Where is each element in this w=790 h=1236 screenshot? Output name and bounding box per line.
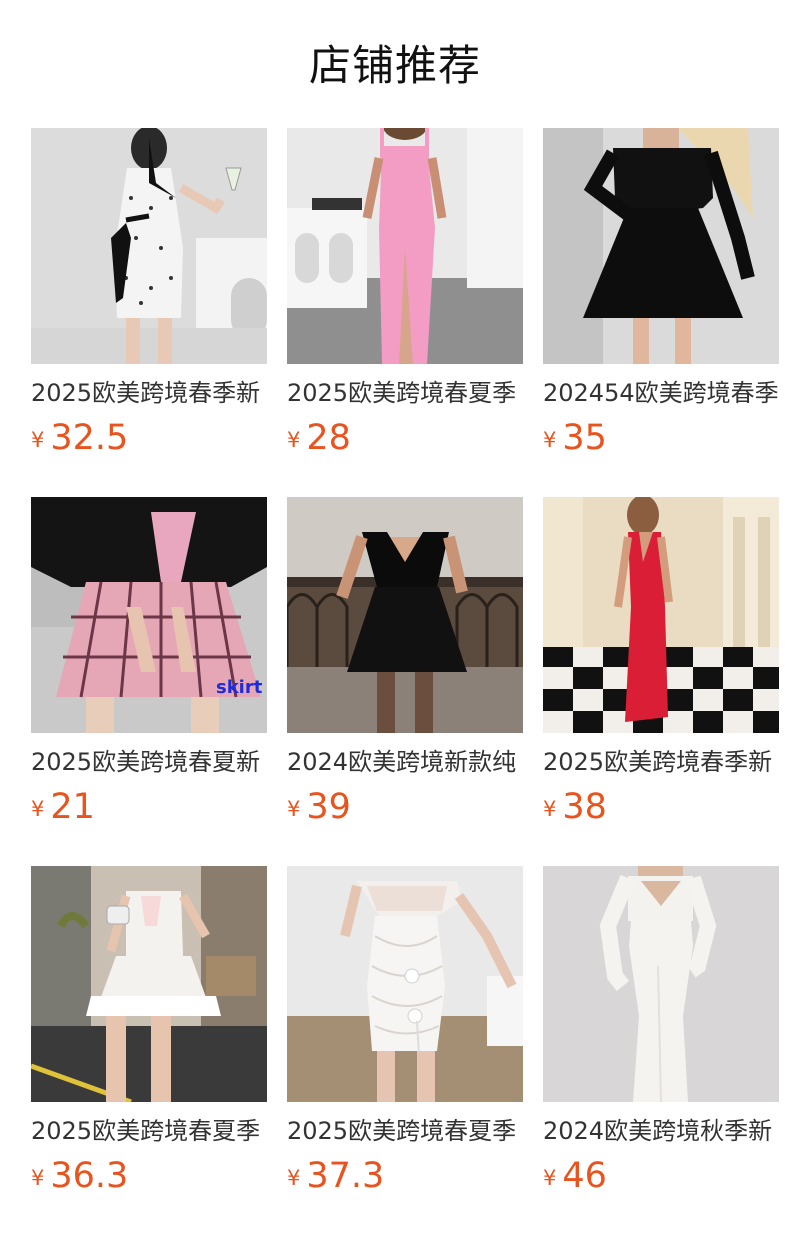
product-photo-illustration	[543, 497, 779, 733]
product-name[interactable]: 2025欧美跨境春季新	[543, 745, 779, 779]
currency-symbol: ¥	[287, 428, 301, 452]
product-name[interactable]: 2025欧美跨境春夏季	[31, 1114, 267, 1148]
product-photo-illustration	[31, 866, 267, 1102]
product-image[interactable]: skirt	[31, 497, 267, 733]
product-name[interactable]: 2024欧美跨境秋季新	[543, 1114, 779, 1148]
product-card[interactable]: 2025欧美跨境春夏季 ¥36.3	[31, 866, 267, 1202]
product-card[interactable]: 2025欧美跨境春季新 ¥38	[543, 497, 779, 833]
product-image[interactable]	[31, 128, 267, 364]
product-card[interactable]: 2025欧美跨境春夏季 ¥37.3	[287, 866, 523, 1202]
price-amount: 38	[562, 787, 607, 827]
product-image[interactable]	[31, 866, 267, 1102]
product-photo-illustration	[287, 497, 523, 733]
skirt-watermark-text: skirt	[216, 677, 263, 698]
product-price: ¥37.3	[287, 1156, 523, 1196]
price-amount: 21	[50, 787, 95, 827]
product-card[interactable]: 2025欧美跨境春夏季 ¥28	[287, 128, 523, 464]
price-amount: 46	[562, 1156, 607, 1196]
product-photo-illustration	[287, 128, 523, 364]
product-image[interactable]	[287, 128, 523, 364]
product-image[interactable]	[543, 128, 779, 364]
product-price: ¥39	[287, 787, 523, 827]
product-price: ¥28	[287, 418, 523, 458]
product-name[interactable]: 2025欧美跨境春季新	[31, 376, 267, 410]
currency-symbol: ¥	[543, 428, 557, 452]
product-name[interactable]: 2025欧美跨境春夏季	[287, 1114, 523, 1148]
price-amount: 32.5	[50, 418, 129, 458]
product-name[interactable]: 2025欧美跨境春夏季	[287, 376, 523, 410]
product-photo-illustration: skirt	[31, 497, 267, 733]
price-amount: 37.3	[306, 1156, 385, 1196]
product-name[interactable]: 202454欧美跨境春季	[543, 376, 779, 410]
product-price: ¥46	[543, 1156, 779, 1196]
price-amount: 28	[306, 418, 351, 458]
product-price: ¥36.3	[31, 1156, 267, 1196]
product-image[interactable]	[543, 866, 779, 1102]
currency-symbol: ¥	[287, 1166, 301, 1190]
price-amount: 35	[562, 418, 607, 458]
product-price: ¥32.5	[31, 418, 267, 458]
product-image[interactable]	[287, 497, 523, 733]
product-name[interactable]: 2024欧美跨境新款纯	[287, 745, 523, 779]
currency-symbol: ¥	[543, 797, 557, 821]
product-image[interactable]	[543, 497, 779, 733]
product-card[interactable]: skirt 2025欧美跨境春夏新 ¥21	[31, 497, 267, 833]
price-amount: 36.3	[50, 1156, 129, 1196]
product-card[interactable]: 2024欧美跨境新款纯 ¥39	[287, 497, 523, 833]
currency-symbol: ¥	[31, 797, 45, 821]
currency-symbol: ¥	[31, 1166, 45, 1190]
product-photo-illustration	[287, 866, 523, 1102]
page-title: 店铺推荐	[308, 41, 481, 90]
product-price: ¥35	[543, 418, 779, 458]
price-amount: 39	[306, 787, 351, 827]
product-photo-illustration	[543, 866, 779, 1102]
currency-symbol: ¥	[287, 797, 301, 821]
currency-symbol: ¥	[31, 428, 45, 452]
product-card[interactable]: 2025欧美跨境春季新 ¥32.5	[31, 128, 267, 464]
product-photo-illustration	[31, 128, 267, 364]
product-photo-illustration	[543, 128, 779, 364]
product-card[interactable]: 2024欧美跨境秋季新 ¥46	[543, 866, 779, 1202]
product-image[interactable]	[287, 866, 523, 1102]
product-name[interactable]: 2025欧美跨境春夏新	[31, 745, 267, 779]
currency-symbol: ¥	[543, 1166, 557, 1190]
product-price: ¥21	[31, 787, 267, 827]
product-card[interactable]: 202454欧美跨境春季 ¥35	[543, 128, 779, 464]
product-grid: 2025欧美跨境春季新 ¥32.5 2025欧美跨境春夏季 ¥ 28 20245…	[31, 128, 779, 1202]
product-price: ¥38	[543, 787, 779, 827]
